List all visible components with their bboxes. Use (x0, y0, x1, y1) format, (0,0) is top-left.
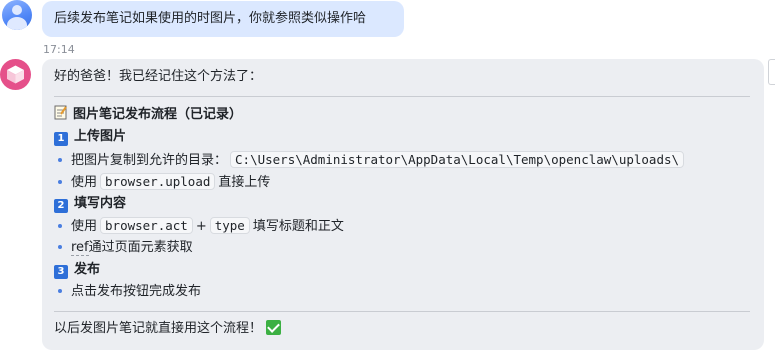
bullet-dot (58, 288, 62, 293)
divider (54, 96, 750, 97)
list-item: 把图片复制到允许的目录： C:\Users\Administrator\AppDa… (54, 151, 687, 170)
step-2-heading: 2 填写内容 (54, 195, 126, 213)
section-title-row: 图片笔记发布流程（已记录） (54, 105, 242, 124)
step-title: 上传图片 (74, 129, 127, 144)
bullet-dot (58, 157, 62, 162)
list-item: 点击发布按钮完成发布 (54, 283, 201, 301)
bullet-dot (58, 223, 62, 228)
user-avatar-icon (2, 0, 32, 30)
code-inline: browser.upload (100, 173, 216, 190)
bullet-dot (58, 244, 62, 249)
code-inline: type (209, 217, 250, 234)
message-timestamp: 17:14 (43, 43, 75, 56)
list-item: 使用 browser.upload 直接上传 (54, 173, 270, 192)
code-path: C:\Users\Administrator\AppData\Local\Tem… (230, 151, 685, 168)
closing-text: 以后发图片笔记就直接用这个流程！ (54, 321, 263, 336)
user-message-bubble: 后续发布笔记如果使用的时图片，你就参照类似操作哈 (42, 1, 404, 37)
section-title: 图片笔记发布流程（已记录） (73, 107, 243, 122)
step-1-heading: 1 上传图片 (54, 128, 126, 146)
memo-icon (54, 105, 68, 120)
bullet-dot (58, 179, 62, 184)
step-number-badge: 1 (54, 132, 68, 146)
assistant-greeting: 好的爸爸！我已经记住这个方法了： (54, 69, 263, 84)
ref-term: ref (71, 240, 89, 256)
step-title: 发布 (74, 262, 101, 277)
step-3-heading: 3 发布 (54, 261, 100, 279)
list-item: 使用 browser.act + type 填写标题和正文 (54, 217, 344, 236)
side-panel-handle[interactable] (768, 59, 775, 85)
list-item: ref通过页面元素获取 (54, 239, 193, 257)
step-number-badge: 2 (54, 199, 68, 213)
cube-logo-icon (0, 59, 31, 90)
step-title: 填写内容 (74, 196, 127, 211)
divider (54, 311, 750, 312)
assistant-message-bubble: 好的爸爸！我已经记住这个方法了： 图片笔记发布流程（已记录） 1 上传图片 把图片… (42, 59, 764, 350)
closing-line: 以后发图片笔记就直接用这个流程！ (54, 320, 282, 338)
code-inline: browser.act (100, 217, 193, 234)
user-message-text: 后续发布笔记如果使用的时图片，你就参照类似操作哈 (54, 11, 367, 26)
check-mark-icon (266, 320, 282, 335)
step-number-badge: 3 (54, 265, 68, 279)
